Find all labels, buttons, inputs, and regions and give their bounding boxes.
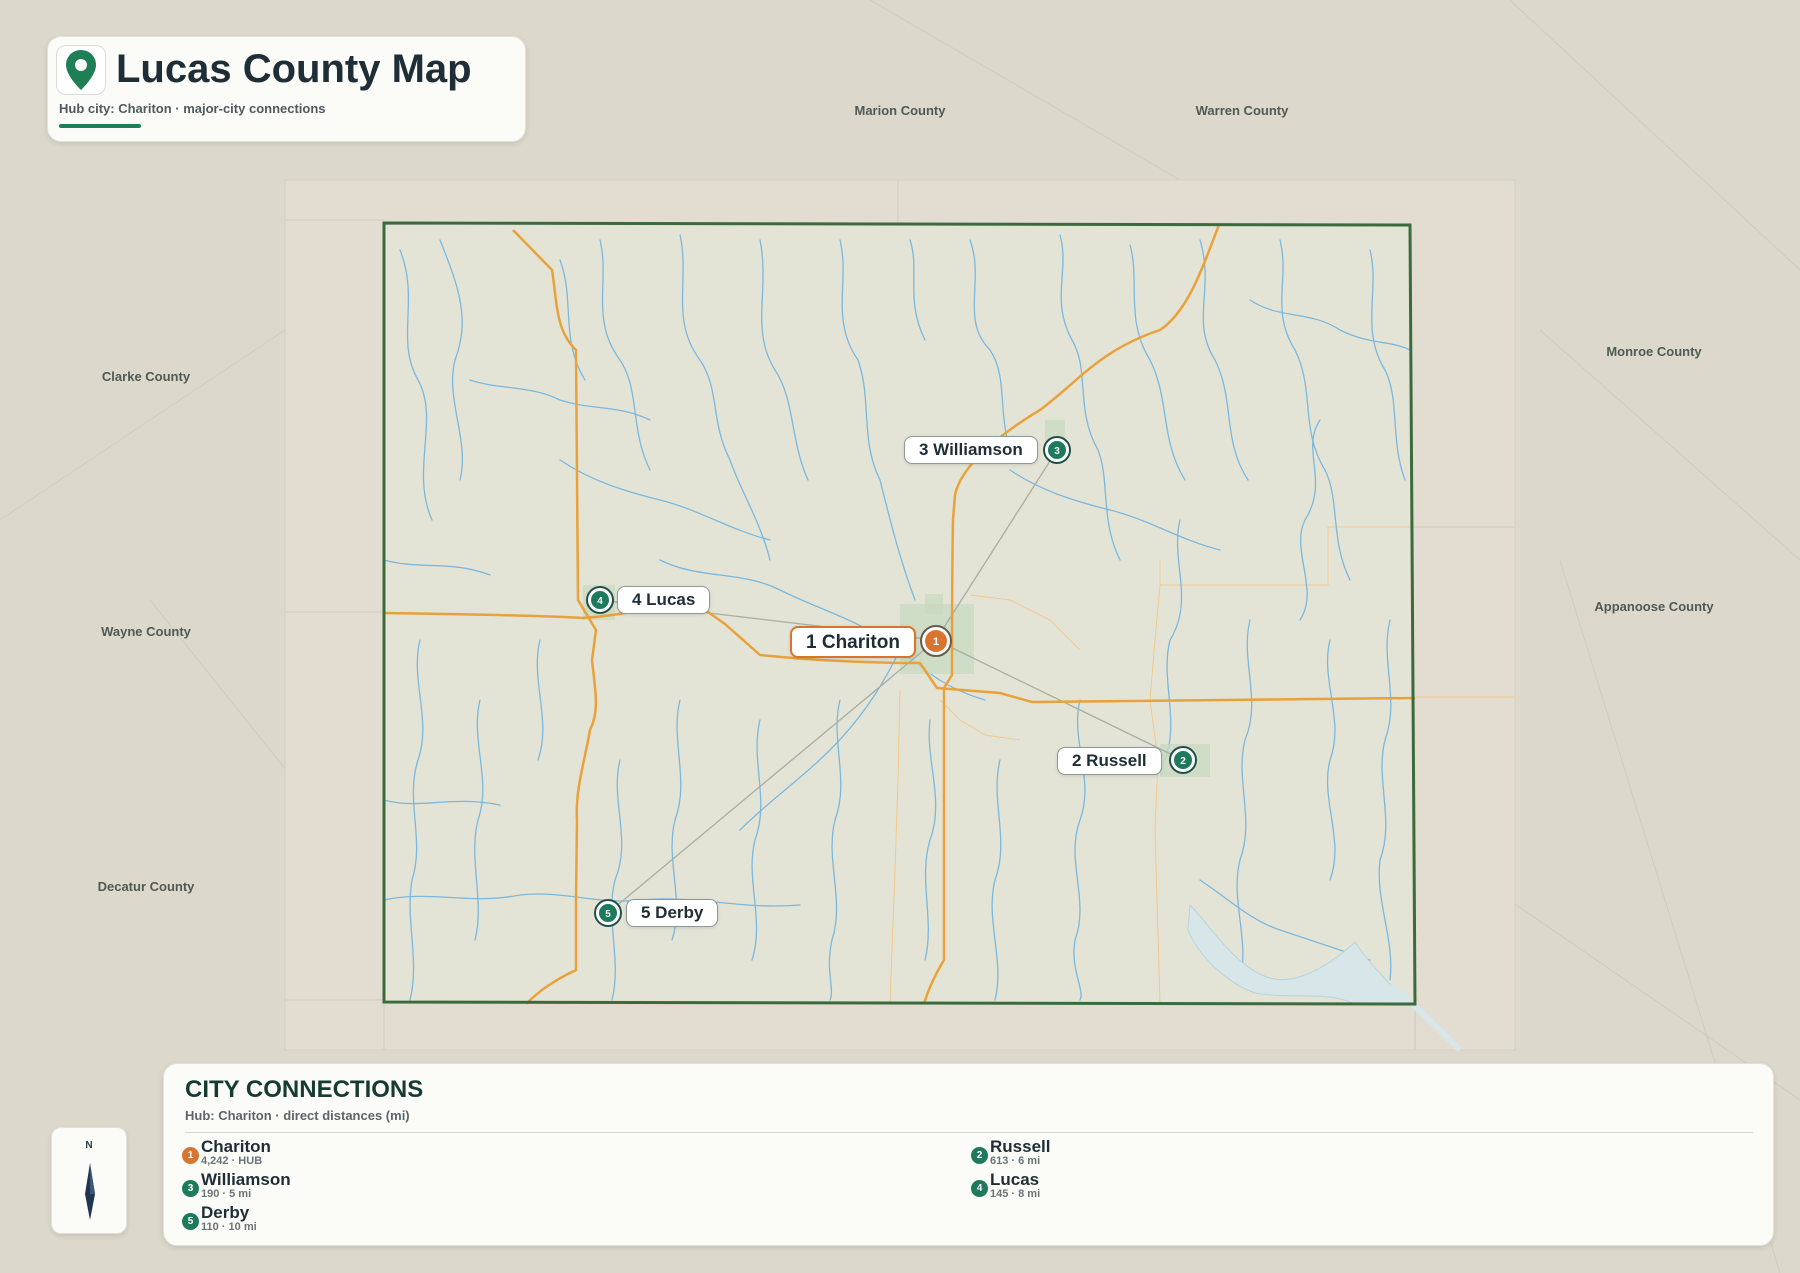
marker-number: 3 — [1054, 446, 1060, 457]
city-label-williamson[interactable]: 3 Williamson — [904, 436, 1038, 464]
legend-badge: 1 — [182, 1147, 199, 1164]
legend-item-name: Lucas — [990, 1170, 1040, 1189]
legend-item-detail: 613 · 6 mi — [990, 1155, 1041, 1167]
title-card: Lucas County Map Hub city: Chariton · ma… — [47, 36, 526, 142]
legend-subtitle: Hub: Chariton · direct distances (mi) — [185, 1108, 410, 1123]
page-title: Lucas County Map — [116, 47, 472, 91]
county-label-decatur: Decatur County — [98, 879, 196, 894]
map-pin-icon — [56, 45, 106, 95]
county-label-marion: Marion County — [855, 103, 947, 118]
city-marker-williamson[interactable]: 3 — [1043, 436, 1071, 464]
legend-item-detail: 110 · 10 mi — [201, 1221, 257, 1233]
city-label-russell[interactable]: 2 Russell — [1057, 747, 1162, 775]
city-label-derby[interactable]: 5 Derby — [626, 899, 719, 927]
compass: N — [51, 1127, 127, 1234]
legend-item-name: Russell — [990, 1137, 1051, 1156]
county-label-monroe: Monroe County — [1606, 344, 1702, 359]
legend-title: CITY CONNECTIONS — [185, 1076, 424, 1103]
county-label-warren: Warren County — [1196, 103, 1289, 118]
city-marker-lucas[interactable]: 4 — [586, 586, 614, 614]
title-underline — [59, 124, 141, 128]
compass-needle-icon — [85, 1163, 95, 1220]
legend-badge: 5 — [182, 1213, 199, 1230]
legend-item-name: Derby — [201, 1203, 250, 1222]
legend-item-name: Chariton — [201, 1137, 271, 1156]
lucas-county-area — [384, 223, 1415, 1004]
city-connections-panel: CITY CONNECTIONS Hub: Chariton · direct … — [163, 1063, 1774, 1246]
legend-item-detail: 145 · 8 mi — [990, 1188, 1041, 1200]
marker-number: 4 — [597, 596, 603, 607]
city-label-lucas[interactable]: 4 Lucas — [617, 586, 711, 614]
legend-item-name: Williamson — [201, 1170, 291, 1189]
city-marker-russell[interactable]: 2 — [1169, 746, 1197, 774]
city-marker-derby[interactable]: 5 — [594, 899, 622, 927]
legend-item-detail: 190 · 5 mi — [201, 1188, 252, 1200]
legend-badge: 2 — [971, 1147, 988, 1164]
legend-badge: 3 — [182, 1180, 199, 1197]
legend-divider — [185, 1132, 1753, 1133]
city-label-chariton[interactable]: 1 Chariton — [790, 626, 916, 658]
legend-item-detail: 4,242 · HUB — [201, 1155, 263, 1167]
city-marker-chariton[interactable]: 1 — [920, 625, 952, 657]
marker-number: 5 — [605, 909, 611, 920]
marker-number: 1 — [933, 636, 939, 648]
marker-number: 2 — [1180, 756, 1186, 767]
county-label-appanoose: Appanoose County — [1594, 599, 1714, 614]
county-label-clarke: Clarke County — [102, 369, 191, 384]
county-label-wayne: Wayne County — [101, 624, 192, 639]
page-subtitle: Hub city: Chariton · major-city connecti… — [59, 101, 326, 116]
legend-badge: 4 — [971, 1180, 988, 1197]
